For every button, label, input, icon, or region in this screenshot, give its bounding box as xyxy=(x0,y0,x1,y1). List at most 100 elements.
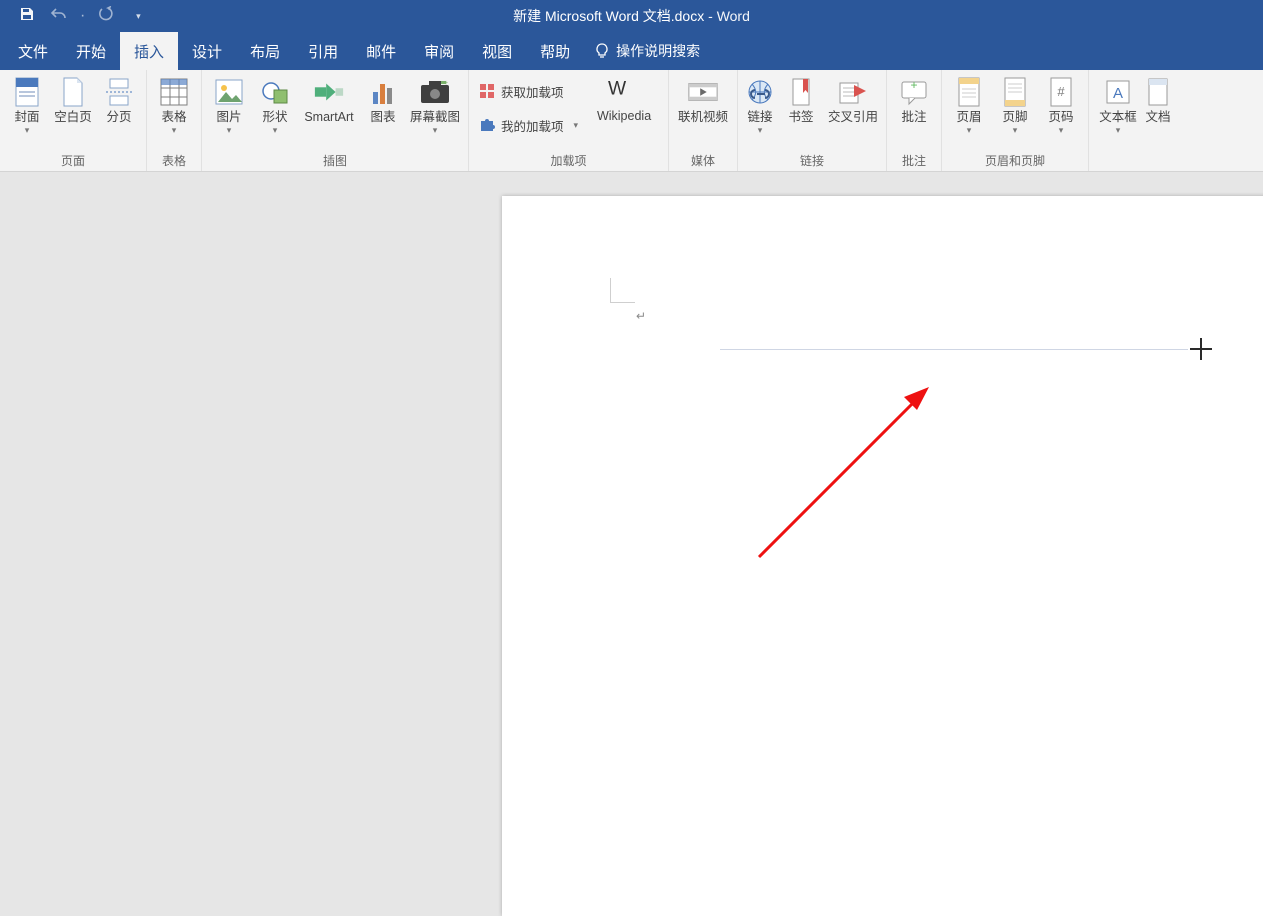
tab-home[interactable]: 开始 xyxy=(62,32,120,70)
page-number-label: 页码 xyxy=(1049,110,1074,125)
quick-parts-icon xyxy=(1142,76,1174,108)
tab-references[interactable]: 引用 xyxy=(294,32,352,70)
blank-page-icon xyxy=(57,76,89,108)
comment-label: 批注 xyxy=(902,110,927,125)
quick-parts-button[interactable]: 文档 xyxy=(1143,72,1173,125)
customize-qat-icon[interactable]: ▾ xyxy=(127,11,149,22)
save-icon[interactable] xyxy=(16,6,38,27)
cross-reference-button[interactable]: 交叉引用 xyxy=(824,72,882,125)
tab-file[interactable]: 文件 xyxy=(4,32,62,70)
header-button[interactable]: 页眉 ▾ xyxy=(946,72,992,135)
svg-text:+: + xyxy=(911,78,918,92)
lightbulb-icon xyxy=(594,43,610,59)
page-number-button[interactable]: # 页码 ▾ xyxy=(1038,72,1084,135)
chart-button[interactable]: 图表 xyxy=(360,72,406,125)
tab-insert[interactable]: 插入 xyxy=(120,32,178,70)
bookmark-button[interactable]: 书签 xyxy=(778,72,824,125)
app-name: Word xyxy=(717,8,750,24)
tab-help[interactable]: 帮助 xyxy=(526,32,584,70)
chevron-down-icon: ▾ xyxy=(758,126,763,135)
group-tables: 表格 ▾ 表格 xyxy=(147,70,202,171)
tab-mailings[interactable]: 邮件 xyxy=(352,32,410,70)
group-media-label: 媒体 xyxy=(673,149,733,171)
cross-reference-icon xyxy=(837,76,869,108)
footer-label: 页脚 xyxy=(1003,110,1028,125)
table-button[interactable]: 表格 ▾ xyxy=(151,72,197,135)
online-video-button[interactable]: 联机视频 xyxy=(673,72,733,125)
group-links: 链接 ▾ 书签 交叉引用 链接 xyxy=(738,70,887,171)
cover-page-label: 封面 xyxy=(14,110,39,125)
textbox-label: 文本框 xyxy=(1099,110,1137,125)
ribbon-tabs: 文件 开始 插入 设计 布局 引用 邮件 审阅 视图 帮助 操作说明搜索 xyxy=(0,32,1263,70)
ribbon: 封面 ▾ 空白页 分页 页面 表格 ▾ 表格 xyxy=(0,70,1263,172)
footer-button[interactable]: 页脚 ▾ xyxy=(992,72,1038,135)
title-sep: - xyxy=(704,8,716,24)
link-label: 链接 xyxy=(746,110,774,125)
header-label: 页眉 xyxy=(957,110,982,125)
textbox-button[interactable]: A 文本框 ▾ xyxy=(1093,72,1143,135)
wikipedia-label: Wikipedia xyxy=(597,109,651,123)
margin-marker xyxy=(610,278,635,303)
drawn-line-shape[interactable] xyxy=(720,349,1188,350)
cross-reference-label: 交叉引用 xyxy=(828,110,878,125)
cover-page-button[interactable]: 封面 ▾ xyxy=(4,72,50,135)
group-text: A 文本框 ▾ 文档 xyxy=(1089,70,1177,171)
textbox-icon: A xyxy=(1102,76,1134,108)
tab-review[interactable]: 审阅 xyxy=(410,32,468,70)
chevron-down-icon: ▾ xyxy=(172,126,177,135)
screenshot-label: 屏幕截图 xyxy=(410,110,460,125)
quick-parts-label: 文档 xyxy=(1145,110,1171,125)
tab-view[interactable]: 视图 xyxy=(468,32,526,70)
header-icon xyxy=(953,76,985,108)
smartart-icon xyxy=(313,76,345,108)
comment-icon: + xyxy=(898,76,930,108)
get-addins-button[interactable]: 获取加载项 xyxy=(479,76,578,106)
tab-layout[interactable]: 布局 xyxy=(236,32,294,70)
comment-button[interactable]: + 批注 xyxy=(891,72,937,125)
smartart-button[interactable]: SmartArt xyxy=(298,72,360,125)
smartart-label: SmartArt xyxy=(304,110,353,125)
shapes-button[interactable]: 形状 ▾ xyxy=(252,72,298,135)
tell-me-search[interactable]: 操作说明搜索 xyxy=(584,32,700,70)
picture-button[interactable]: 图片 ▾ xyxy=(206,72,252,135)
group-addins-label: 加载项 xyxy=(473,149,664,171)
wikipedia-button[interactable]: W Wikipedia xyxy=(584,72,664,123)
svg-text:A: A xyxy=(1113,85,1123,102)
picture-icon xyxy=(213,76,245,108)
store-icon xyxy=(479,83,495,99)
undo-icon[interactable] xyxy=(48,6,70,27)
group-illustrations: 图片 ▾ 形状 ▾ SmartArt 图表 + 屏幕截图 ▾ 插图 xyxy=(202,70,469,171)
chevron-down-icon: ▾ xyxy=(273,126,278,135)
shapes-label: 形状 xyxy=(262,110,287,125)
bookmark-label: 书签 xyxy=(789,110,814,125)
page-break-label: 分页 xyxy=(106,110,131,125)
screenshot-button[interactable]: + 屏幕截图 ▾ xyxy=(406,72,464,135)
group-illustrations-label: 插图 xyxy=(206,149,464,171)
picture-label: 图片 xyxy=(216,110,241,125)
chart-icon xyxy=(367,76,399,108)
tab-design[interactable]: 设计 xyxy=(178,32,236,70)
bookmark-icon xyxy=(785,76,817,108)
chevron-down-icon: ▾ xyxy=(1059,126,1064,135)
tell-me-label: 操作说明搜索 xyxy=(616,41,700,61)
group-addins: 获取加载项 我的加载项 ▾ W Wikipedia 加载项 xyxy=(469,70,669,171)
page-break-button[interactable]: 分页 xyxy=(96,72,142,125)
link-button[interactable]: 链接 ▾ xyxy=(742,72,778,135)
svg-text:+: + xyxy=(444,80,448,87)
blank-page-button[interactable]: 空白页 xyxy=(50,72,96,125)
page-break-icon xyxy=(103,76,135,108)
group-header-footer-label: 页眉和页脚 xyxy=(946,149,1084,171)
window-title: 新建 Microsoft Word 文档.docx - Word xyxy=(0,6,1263,26)
title-bar: · ▾ 新建 Microsoft Word 文档.docx - Word xyxy=(0,0,1263,32)
page[interactable] xyxy=(502,196,1263,916)
chevron-down-icon: ▾ xyxy=(25,126,30,135)
group-pages: 封面 ▾ 空白页 分页 页面 xyxy=(0,70,147,171)
redo-icon[interactable] xyxy=(95,6,117,27)
cover-page-icon xyxy=(11,76,43,108)
my-addins-button[interactable]: 我的加载项 ▾ xyxy=(479,110,578,140)
chevron-down-icon: ▾ xyxy=(967,126,972,135)
footer-icon xyxy=(999,76,1031,108)
chevron-down-icon: ▾ xyxy=(227,126,232,135)
group-comments: + 批注 批注 xyxy=(887,70,942,171)
paragraph-mark: ↵ xyxy=(636,309,646,323)
